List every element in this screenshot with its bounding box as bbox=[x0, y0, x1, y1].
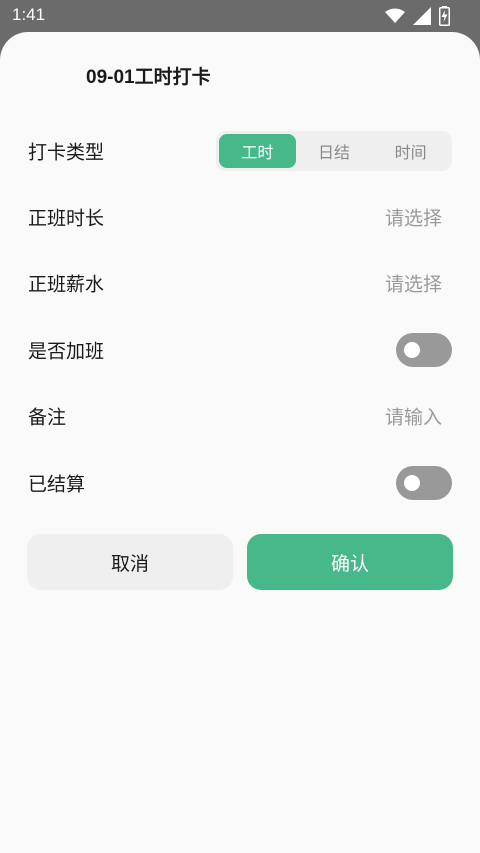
settled-label: 已结算 bbox=[28, 473, 86, 496]
overtime-toggle[interactable] bbox=[396, 333, 452, 367]
cancel-button[interactable]: 取消 bbox=[27, 534, 233, 590]
regular-pay-row[interactable]: 正班薪水 请选择 bbox=[0, 250, 480, 316]
overtime-row: 是否加班 bbox=[0, 317, 480, 383]
remark-input[interactable]: 请输入 bbox=[385, 403, 442, 430]
punch-type-option-hours[interactable]: 工时 bbox=[219, 134, 296, 168]
remark-row[interactable]: 备注 请输入 bbox=[0, 383, 480, 449]
dialog-title: 09-01工时打卡 bbox=[86, 67, 211, 88]
punch-type-row: 打卡类型 工时 日结 时间 bbox=[0, 118, 480, 184]
regular-hours-row[interactable]: 正班时长 请选择 bbox=[0, 184, 480, 250]
punch-type-option-daily[interactable]: 日结 bbox=[296, 134, 373, 168]
regular-pay-selector[interactable]: 请选择 bbox=[385, 270, 442, 297]
remark-label: 备注 bbox=[28, 406, 67, 429]
signal-icon bbox=[413, 7, 431, 25]
overtime-label: 是否加班 bbox=[28, 340, 105, 363]
status-bar: 1:41 bbox=[0, 0, 480, 32]
status-icons bbox=[385, 6, 450, 26]
punch-type-label: 打卡类型 bbox=[28, 141, 105, 164]
settled-toggle[interactable] bbox=[396, 466, 452, 500]
regular-pay-label: 正班薪水 bbox=[28, 273, 105, 296]
wifi-icon bbox=[385, 8, 405, 24]
punch-type-option-time[interactable]: 时间 bbox=[372, 134, 449, 168]
settled-toggle-knob bbox=[404, 475, 420, 491]
punch-type-segmented: 工时 日结 时间 bbox=[216, 131, 452, 171]
confirm-button[interactable]: 确认 bbox=[247, 534, 453, 590]
battery-charging-icon bbox=[439, 6, 450, 26]
punch-dialog: 09-01工时打卡 打卡类型 工时 日结 时间 正班时长 请选择 正班薪水 请选… bbox=[0, 32, 480, 853]
settled-row: 已结算 bbox=[0, 450, 480, 516]
overtime-toggle-knob bbox=[404, 342, 420, 358]
status-time: 1:41 bbox=[12, 5, 46, 24]
regular-hours-label: 正班时长 bbox=[28, 207, 105, 230]
regular-hours-selector[interactable]: 请选择 bbox=[385, 204, 442, 231]
